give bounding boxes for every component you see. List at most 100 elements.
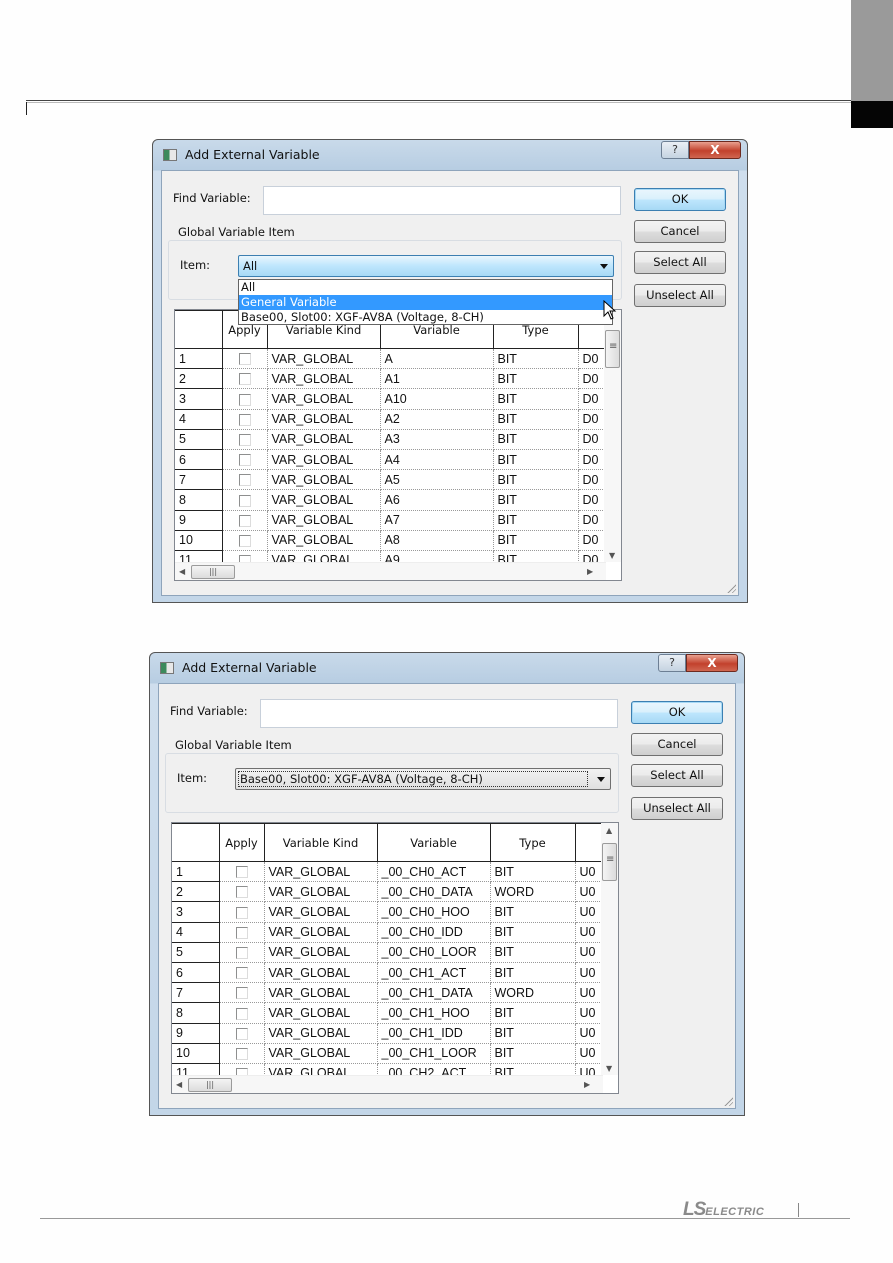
resize-grip-icon[interactable] [723, 1096, 733, 1106]
apply-checkbox[interactable] [235, 1027, 248, 1040]
help-button[interactable]: ? [658, 654, 686, 672]
column-header-apply[interactable]: Apply [218, 823, 265, 862]
apply-cell [222, 348, 268, 370]
vertical-scroll-thumb[interactable] [602, 843, 617, 881]
variable-cell: A [380, 348, 494, 370]
apply-checkbox[interactable] [238, 373, 251, 386]
apply-checkbox[interactable] [235, 1007, 248, 1020]
table-row[interactable]: 6 VAR_GLOBAL _00_CH1_ACT BIT U0 [172, 962, 602, 984]
apply-checkbox[interactable] [238, 494, 251, 507]
table-row[interactable]: 10 VAR_GLOBAL _00_CH1_LOOR BIT U0 [172, 1043, 602, 1064]
table-row[interactable]: 2 VAR_GLOBAL _00_CH0_DATA WORD U0 [172, 881, 602, 903]
dropdown-option-all[interactable]: All [239, 280, 612, 295]
apply-checkbox[interactable] [238, 534, 251, 547]
scroll-up-arrow-icon[interactable]: ▲ [606, 826, 612, 835]
apply-cell [222, 388, 268, 410]
apply-checkbox[interactable] [238, 454, 251, 467]
dropdown-option-base00-slot00[interactable]: Base00, Slot00: XGF-AV8A (Voltage, 8-CH) [239, 310, 612, 325]
table-row[interactable]: 3 VAR_GLOBAL _00_CH0_HOO BIT U0 [172, 901, 602, 923]
vertical-scrollbar[interactable]: ▲ ▼ [601, 823, 618, 1075]
table-row[interactable]: 4 VAR_GLOBAL A2 BIT D0 [175, 409, 605, 430]
apply-checkbox[interactable] [235, 947, 248, 960]
apply-checkbox[interactable] [235, 926, 248, 939]
apply-checkbox[interactable] [235, 987, 248, 1000]
table-row[interactable]: 6 VAR_GLOBAL A4 BIT D0 [175, 449, 605, 471]
table-row[interactable]: 2 VAR_GLOBAL A1 BIT D0 [175, 368, 605, 390]
help-button[interactable]: ? [661, 141, 689, 159]
close-button[interactable]: X [686, 654, 738, 672]
variable-kind-cell: VAR_GLOBAL [264, 942, 378, 963]
table-row[interactable]: 3 VAR_GLOBAL A10 BIT D0 [175, 388, 605, 410]
horizontal-scroll-thumb[interactable]: ||| [188, 1078, 232, 1092]
type-cell: BIT [493, 429, 579, 450]
resize-grip-icon[interactable] [726, 583, 736, 593]
table-row[interactable]: 9 VAR_GLOBAL A7 BIT D0 [175, 510, 605, 531]
ok-button[interactable]: OK [634, 188, 726, 211]
table-row[interactable]: 1 VAR_GLOBAL A BIT D0 [175, 348, 605, 370]
variable-kind-cell: VAR_GLOBAL [267, 469, 381, 491]
item-combobox[interactable]: All [238, 255, 614, 277]
row-number: 8 [172, 1002, 220, 1024]
table-row[interactable]: 1 VAR_GLOBAL _00_CH0_ACT BIT U0 [172, 861, 602, 883]
apply-checkbox[interactable] [238, 514, 251, 527]
type-cell: BIT [493, 469, 579, 491]
table-row[interactable]: 7 VAR_GLOBAL _00_CH1_DATA WORD U0 [172, 982, 602, 1004]
scroll-left-arrow-icon[interactable]: ◀ [176, 1080, 182, 1089]
table-row[interactable]: 5 VAR_GLOBAL _00_CH0_LOOR BIT U0 [172, 942, 602, 963]
variable-kind-cell: VAR_GLOBAL [264, 881, 378, 903]
select-all-button[interactable]: Select All [631, 764, 723, 787]
apply-checkbox[interactable] [238, 434, 251, 447]
apply-checkbox[interactable] [238, 474, 251, 487]
apply-checkbox[interactable] [235, 906, 248, 919]
horizontal-scrollbar[interactable]: ◀ ||| ▶ [175, 562, 606, 580]
find-variable-input[interactable] [260, 699, 618, 728]
item-combobox[interactable]: Base00, Slot00: XGF-AV8A (Voltage, 8-CH) [235, 768, 611, 790]
type-cell: BIT [490, 1002, 576, 1024]
column-header-variable[interactable]: Variable [376, 823, 491, 862]
close-button[interactable]: X [689, 141, 741, 159]
apply-checkbox[interactable] [235, 886, 248, 899]
cancel-button[interactable]: Cancel [631, 733, 723, 756]
apply-checkbox[interactable] [235, 1047, 248, 1060]
scroll-right-arrow-icon[interactable]: ▶ [587, 567, 593, 576]
apply-cell [219, 962, 265, 984]
apply-checkbox[interactable] [235, 967, 248, 980]
unselect-all-button[interactable]: Unselect All [631, 797, 723, 820]
scroll-left-arrow-icon[interactable]: ◀ [179, 567, 185, 576]
table-row[interactable]: 7 VAR_GLOBAL A5 BIT D0 [175, 469, 605, 491]
apply-checkbox[interactable] [238, 413, 251, 426]
table-row[interactable]: 10 VAR_GLOBAL A8 BIT D0 [175, 530, 605, 551]
vertical-scroll-thumb[interactable] [605, 330, 620, 368]
ok-button[interactable]: OK [631, 701, 723, 724]
row-number: 9 [172, 1023, 220, 1044]
cancel-button[interactable]: Cancel [634, 220, 726, 243]
table-row[interactable]: 5 VAR_GLOBAL A3 BIT D0 [175, 429, 605, 450]
item-selected-value: All [243, 259, 258, 273]
scroll-down-arrow-icon[interactable]: ▼ [609, 551, 615, 560]
table-row[interactable]: 4 VAR_GLOBAL _00_CH0_IDD BIT U0 [172, 922, 602, 943]
column-header-variable-kind[interactable]: Variable Kind [263, 823, 378, 862]
scroll-right-arrow-icon[interactable]: ▶ [584, 1080, 590, 1089]
apply-cell [219, 861, 265, 883]
variable-kind-cell: VAR_GLOBAL [267, 409, 381, 430]
vertical-scrollbar[interactable]: ▼ [604, 310, 621, 562]
apply-cell [219, 901, 265, 923]
apply-checkbox[interactable] [235, 866, 248, 879]
column-header-type[interactable]: Type [489, 823, 576, 862]
horizontal-scrollbar[interactable]: ◀ ||| ▶ [172, 1075, 603, 1093]
find-variable-input[interactable] [263, 186, 621, 215]
table-row[interactable]: 8 VAR_GLOBAL A6 BIT D0 [175, 489, 605, 511]
horizontal-scroll-thumb[interactable]: ||| [191, 565, 235, 579]
apply-checkbox[interactable] [238, 353, 251, 366]
column-header-address[interactable] [574, 823, 602, 862]
address-cell: D0 [578, 449, 605, 471]
dropdown-option-general-variable[interactable]: General Variable [239, 295, 612, 310]
address-cell: U0 [575, 982, 602, 1004]
table-row[interactable]: 9 VAR_GLOBAL _00_CH1_IDD BIT U0 [172, 1023, 602, 1044]
apply-checkbox[interactable] [238, 393, 251, 406]
table-row[interactable]: 8 VAR_GLOBAL _00_CH1_HOO BIT U0 [172, 1002, 602, 1024]
unselect-all-button[interactable]: Unselect All [634, 284, 726, 307]
select-all-button[interactable]: Select All [634, 251, 726, 274]
scroll-down-arrow-icon[interactable]: ▼ [606, 1064, 612, 1073]
row-number: 4 [175, 409, 223, 430]
